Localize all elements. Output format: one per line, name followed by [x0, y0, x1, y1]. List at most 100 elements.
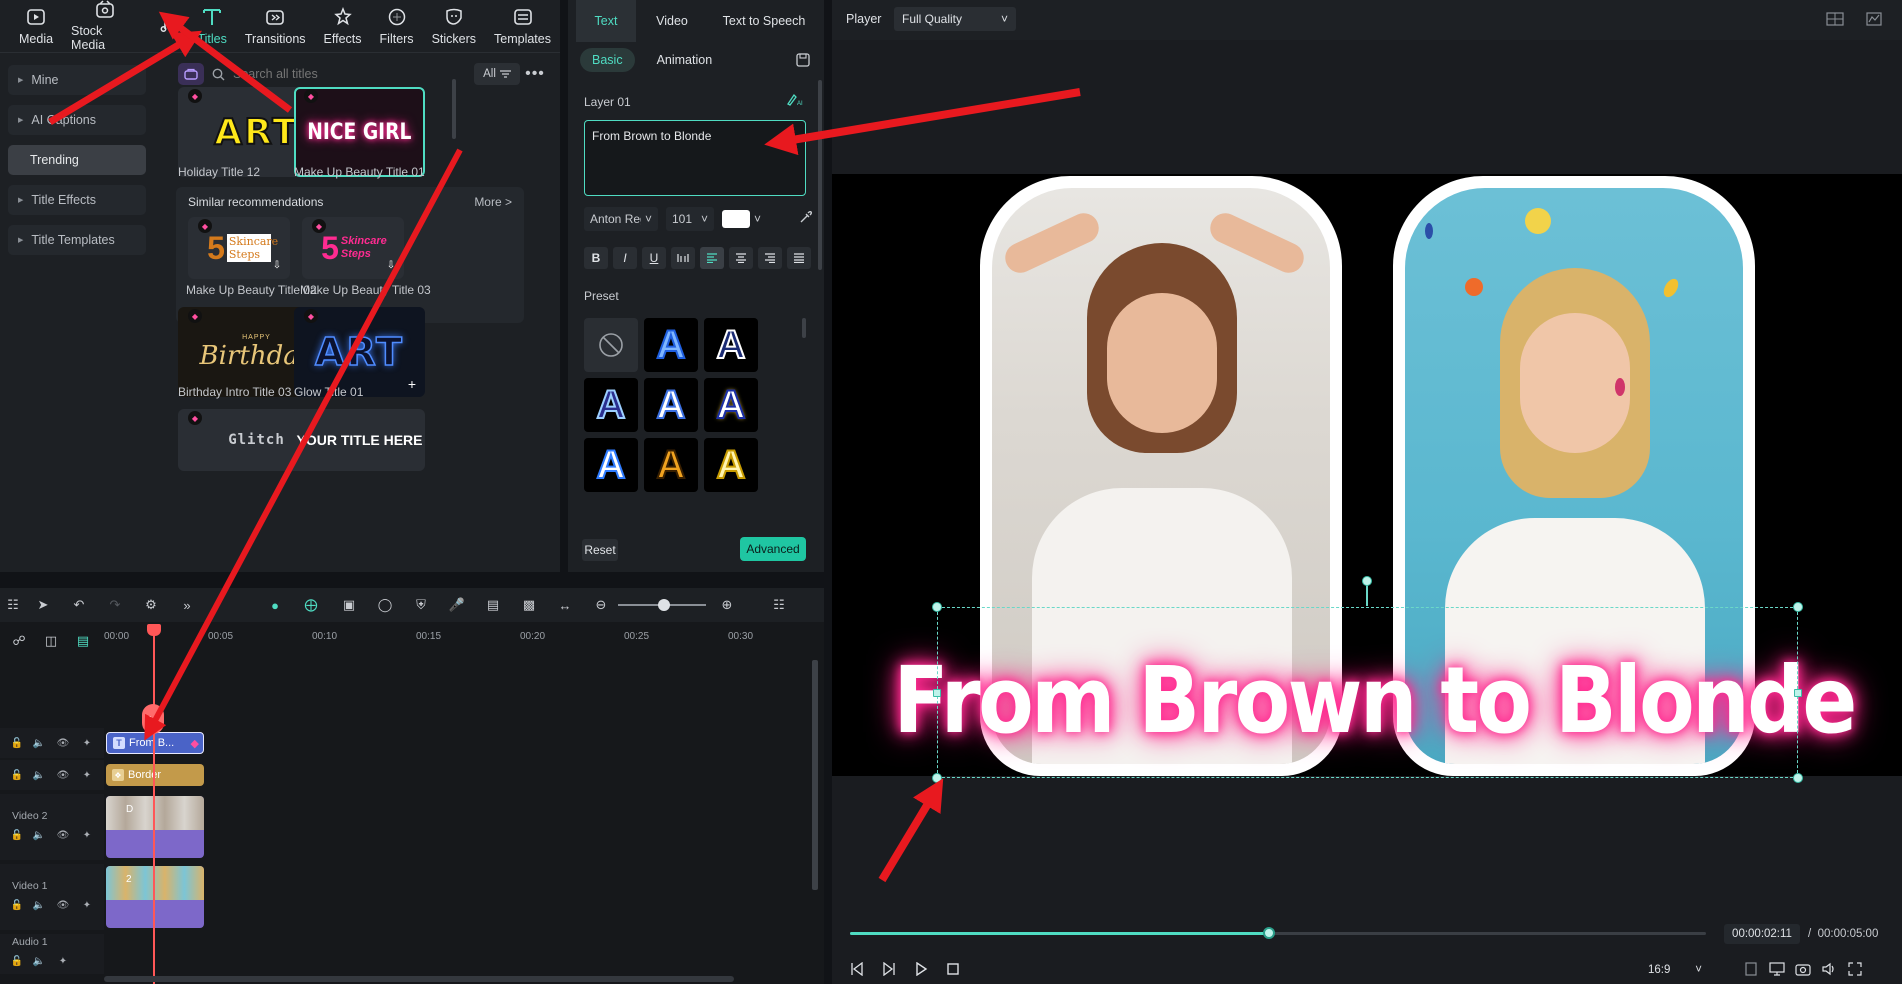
filter-dropdown[interactable]: All: [474, 63, 520, 85]
resize-handle-top-left[interactable]: [932, 602, 942, 612]
text-color-swatch[interactable]: [722, 210, 750, 228]
current-time[interactable]: 00:00:02:11: [1724, 924, 1800, 944]
timeline-vertical-scrollbar[interactable]: [812, 660, 818, 890]
scopes-icon[interactable]: [1866, 12, 1882, 29]
resize-handle-top-right[interactable]: [1793, 602, 1803, 612]
mute-icon[interactable]: 🔈: [32, 828, 46, 842]
next-frame-icon[interactable]: [880, 960, 898, 978]
add-icon[interactable]: +: [405, 377, 419, 391]
mute-icon[interactable]: 🔈: [32, 768, 46, 782]
select-tool-icon[interactable]: ➤: [34, 596, 52, 614]
align-left-icon[interactable]: [700, 247, 724, 269]
character-spacing-icon[interactable]: [671, 247, 695, 269]
more-link[interactable]: More >: [474, 195, 512, 209]
render-icon[interactable]: ▣: [340, 596, 358, 614]
toolbar-templates[interactable]: Templates: [485, 0, 560, 52]
ai-text-icon[interactable]: AI: [786, 92, 804, 109]
grid-view-icon[interactable]: [1826, 12, 1844, 29]
resize-handle-bottom-right[interactable]: [1793, 773, 1803, 783]
auto-ripple-icon[interactable]: ●: [266, 596, 284, 614]
eye-icon[interactable]: 👁: [56, 898, 70, 912]
layout-icon[interactable]: ☷: [4, 596, 22, 614]
grid-scrollbar[interactable]: [452, 79, 456, 139]
timeline-horizontal-scrollbar[interactable]: [104, 976, 734, 982]
zoom-slider-knob[interactable]: [658, 599, 670, 611]
title-card-make-up-beauty-title-02[interactable]: 5 Skincare Steps ◆ ⇩: [188, 217, 290, 279]
display-icon[interactable]: [1768, 960, 1786, 978]
font-family-select[interactable]: Anton Reg˅: [584, 207, 658, 231]
link-icon[interactable]: ☍: [10, 632, 28, 650]
toolbar-filters[interactable]: Filters: [371, 0, 423, 52]
speed-icon[interactable]: ◯: [376, 596, 394, 614]
chevron-down-icon[interactable]: ˅: [754, 212, 761, 226]
preset-none[interactable]: [584, 318, 638, 372]
mark-icon[interactable]: [1742, 960, 1760, 978]
store-icon[interactable]: [178, 63, 204, 85]
volume-icon[interactable]: [1820, 960, 1838, 978]
mute-icon[interactable]: 🔈: [32, 954, 46, 968]
progress-knob[interactable]: [1262, 927, 1275, 939]
lock-icon[interactable]: 🔓: [10, 768, 24, 782]
video-2-clip[interactable]: D: [106, 796, 204, 858]
bold-button[interactable]: B: [584, 247, 608, 269]
resize-handle-right[interactable]: [1794, 689, 1802, 697]
properties-scrollbar[interactable]: [818, 80, 822, 270]
nav-item-title-effects[interactable]: ▶ Title Effects: [8, 185, 146, 215]
preset-style-2[interactable]: A: [704, 318, 758, 372]
nav-item-title-templates[interactable]: ▶ Title Templates: [8, 225, 146, 255]
toolbar-transitions[interactable]: Transitions: [236, 0, 315, 52]
magic-icon[interactable]: ✦: [80, 828, 94, 842]
tab-video[interactable]: Video: [636, 0, 708, 42]
toolbar-effects[interactable]: Effects: [315, 0, 371, 52]
eye-icon[interactable]: 👁: [56, 768, 70, 782]
title-card-make-up-beauty-title-03[interactable]: 5 Skincare Steps ◆ ⇩: [302, 217, 404, 279]
preset-style-5[interactable]: A: [704, 378, 758, 432]
magic-icon[interactable]: ✦: [80, 768, 94, 782]
playhead[interactable]: [153, 627, 155, 984]
resize-handle-left[interactable]: [933, 689, 941, 697]
split-scissors-icon[interactable]: ✂: [142, 704, 164, 734]
magic-icon[interactable]: ✦: [80, 898, 94, 912]
magic-icon[interactable]: ✦: [80, 736, 94, 750]
video-1-clip[interactable]: 2: [106, 866, 204, 928]
title-card-your-title-here[interactable]: YOUR TITLE HERE: [294, 409, 425, 471]
nav-item-trending[interactable]: Trending: [8, 145, 146, 175]
preset-style-4[interactable]: A: [644, 378, 698, 432]
preset-style-6[interactable]: A: [584, 438, 638, 492]
nav-item-ai-captions[interactable]: ▶ AI Captions: [8, 105, 146, 135]
eye-icon[interactable]: 👁: [56, 736, 70, 750]
toolbar-media[interactable]: Media: [10, 0, 62, 52]
subtitle-icon[interactable]: ▤: [484, 596, 502, 614]
toolbar-stickers[interactable]: Stickers: [423, 0, 485, 52]
underline-button[interactable]: U: [642, 247, 666, 269]
font-size-select[interactable]: 101 ˅: [666, 207, 714, 231]
eyedropper-icon[interactable]: [799, 210, 813, 227]
stop-icon[interactable]: [944, 960, 962, 978]
title-clip[interactable]: T From B... ◆: [106, 732, 204, 754]
tab-text-to-speech[interactable]: Text to Speech: [708, 0, 820, 42]
resize-handle-bottom-left[interactable]: [932, 773, 942, 783]
fullscreen-icon[interactable]: [1846, 960, 1864, 978]
title-selection-box[interactable]: [937, 607, 1798, 778]
track-layout-icon[interactable]: ☷: [770, 596, 788, 614]
playback-progress-bar[interactable]: [850, 927, 1706, 939]
snap-icon[interactable]: ⨁: [302, 596, 320, 614]
preset-style-3[interactable]: A: [584, 378, 638, 432]
preset-style-7[interactable]: A: [644, 438, 698, 492]
ai-tools-icon[interactable]: ⚙: [142, 596, 160, 614]
title-text-input[interactable]: From Brown to Blonde: [584, 120, 806, 196]
more-options-icon[interactable]: •••: [520, 65, 550, 83]
download-icon[interactable]: ⇩: [384, 259, 398, 273]
add-track-icon[interactable]: ◫: [42, 632, 60, 650]
tab-text[interactable]: Text: [576, 0, 636, 42]
subtab-basic[interactable]: Basic: [580, 48, 635, 72]
track-manager-icon[interactable]: ▤: [74, 632, 92, 650]
lock-icon[interactable]: 🔓: [10, 736, 24, 750]
reset-button[interactable]: Reset: [582, 539, 618, 561]
previous-frame-icon[interactable]: [848, 960, 866, 978]
lock-icon[interactable]: 🔓: [10, 828, 24, 842]
toolbar-titles[interactable]: Titles: [188, 0, 235, 52]
fit-icon[interactable]: ↔: [556, 596, 574, 614]
rotate-handle[interactable]: [1362, 576, 1372, 586]
lock-icon[interactable]: 🔓: [10, 954, 24, 968]
